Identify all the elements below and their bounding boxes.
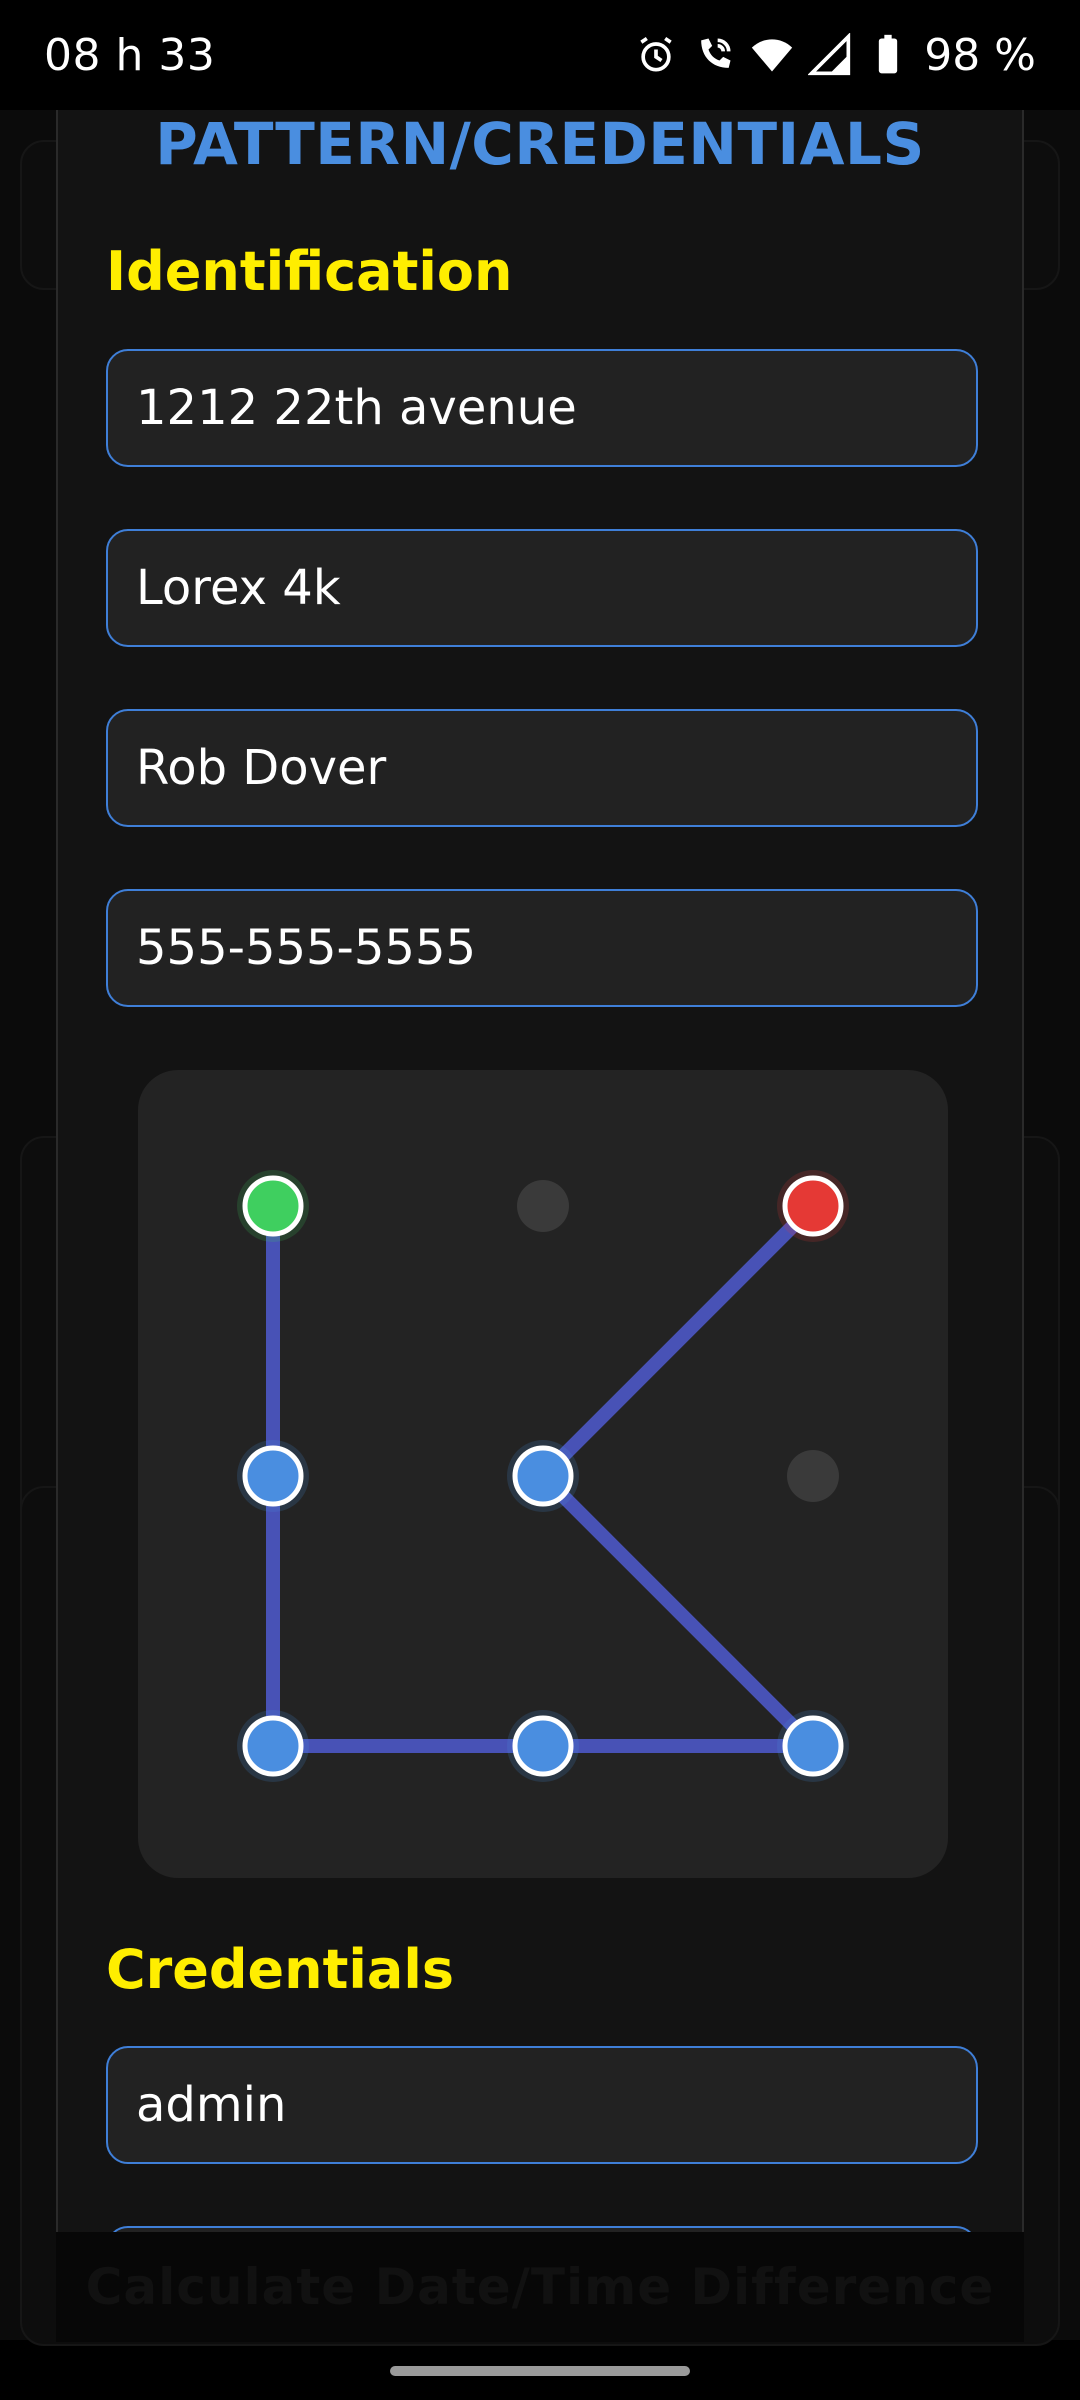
alarm-icon [640, 36, 672, 72]
pattern-credentials-modal: PATTERN/CREDENTIALS Identification 1212 … [56, 106, 1024, 2232]
status-icons: 98 % [634, 30, 1036, 81]
status-bar: 08 h 33 98 % [0, 0, 1080, 110]
pattern-dot-2[interactable] [517, 1180, 569, 1232]
signal-icon [808, 33, 851, 76]
wifi-calling-icon [701, 38, 731, 68]
pattern-grid[interactable] [138, 1070, 948, 1878]
pattern-dot-4[interactable] [242, 1445, 304, 1507]
wifi-icon [752, 39, 793, 72]
pattern-dot-7[interactable] [242, 1715, 304, 1777]
pattern-dot-8[interactable] [512, 1715, 574, 1777]
calculate-date-time-button[interactable]: Calculate Date/Time Difference [56, 2232, 1024, 2342]
username-input[interactable]: admin [106, 2046, 978, 2164]
pattern-dot-9[interactable] [782, 1715, 844, 1777]
battery-percent: 98 % [924, 29, 1036, 81]
identification-label: Identification [106, 240, 513, 303]
pattern-dot-3[interactable] [782, 1175, 844, 1237]
pattern-line [536, 1199, 820, 1483]
battery-icon [879, 34, 898, 74]
address-input[interactable]: 1212 22th avenue [106, 349, 978, 467]
pattern-dot-5[interactable] [512, 1445, 574, 1507]
password-input[interactable] [106, 2226, 978, 2232]
pattern-dot-1[interactable] [242, 1175, 304, 1237]
calculate-date-time-label: Calculate Date/Time Difference [85, 2258, 995, 2316]
pattern-dot-6[interactable] [787, 1450, 839, 1502]
name-input[interactable]: Rob Dover [106, 709, 978, 827]
home-indicator[interactable] [390, 2366, 690, 2376]
status-time: 08 h 33 [44, 29, 216, 81]
phone-input[interactable]: 555-555-5555 [106, 889, 978, 1007]
credentials-label: Credentials [106, 1938, 455, 2001]
pattern-canvas[interactable] [138, 1070, 948, 1878]
modal-title: PATTERN/CREDENTIALS [155, 110, 925, 178]
pattern-line [536, 1469, 820, 1753]
device-input[interactable]: Lorex 4k [106, 529, 978, 647]
